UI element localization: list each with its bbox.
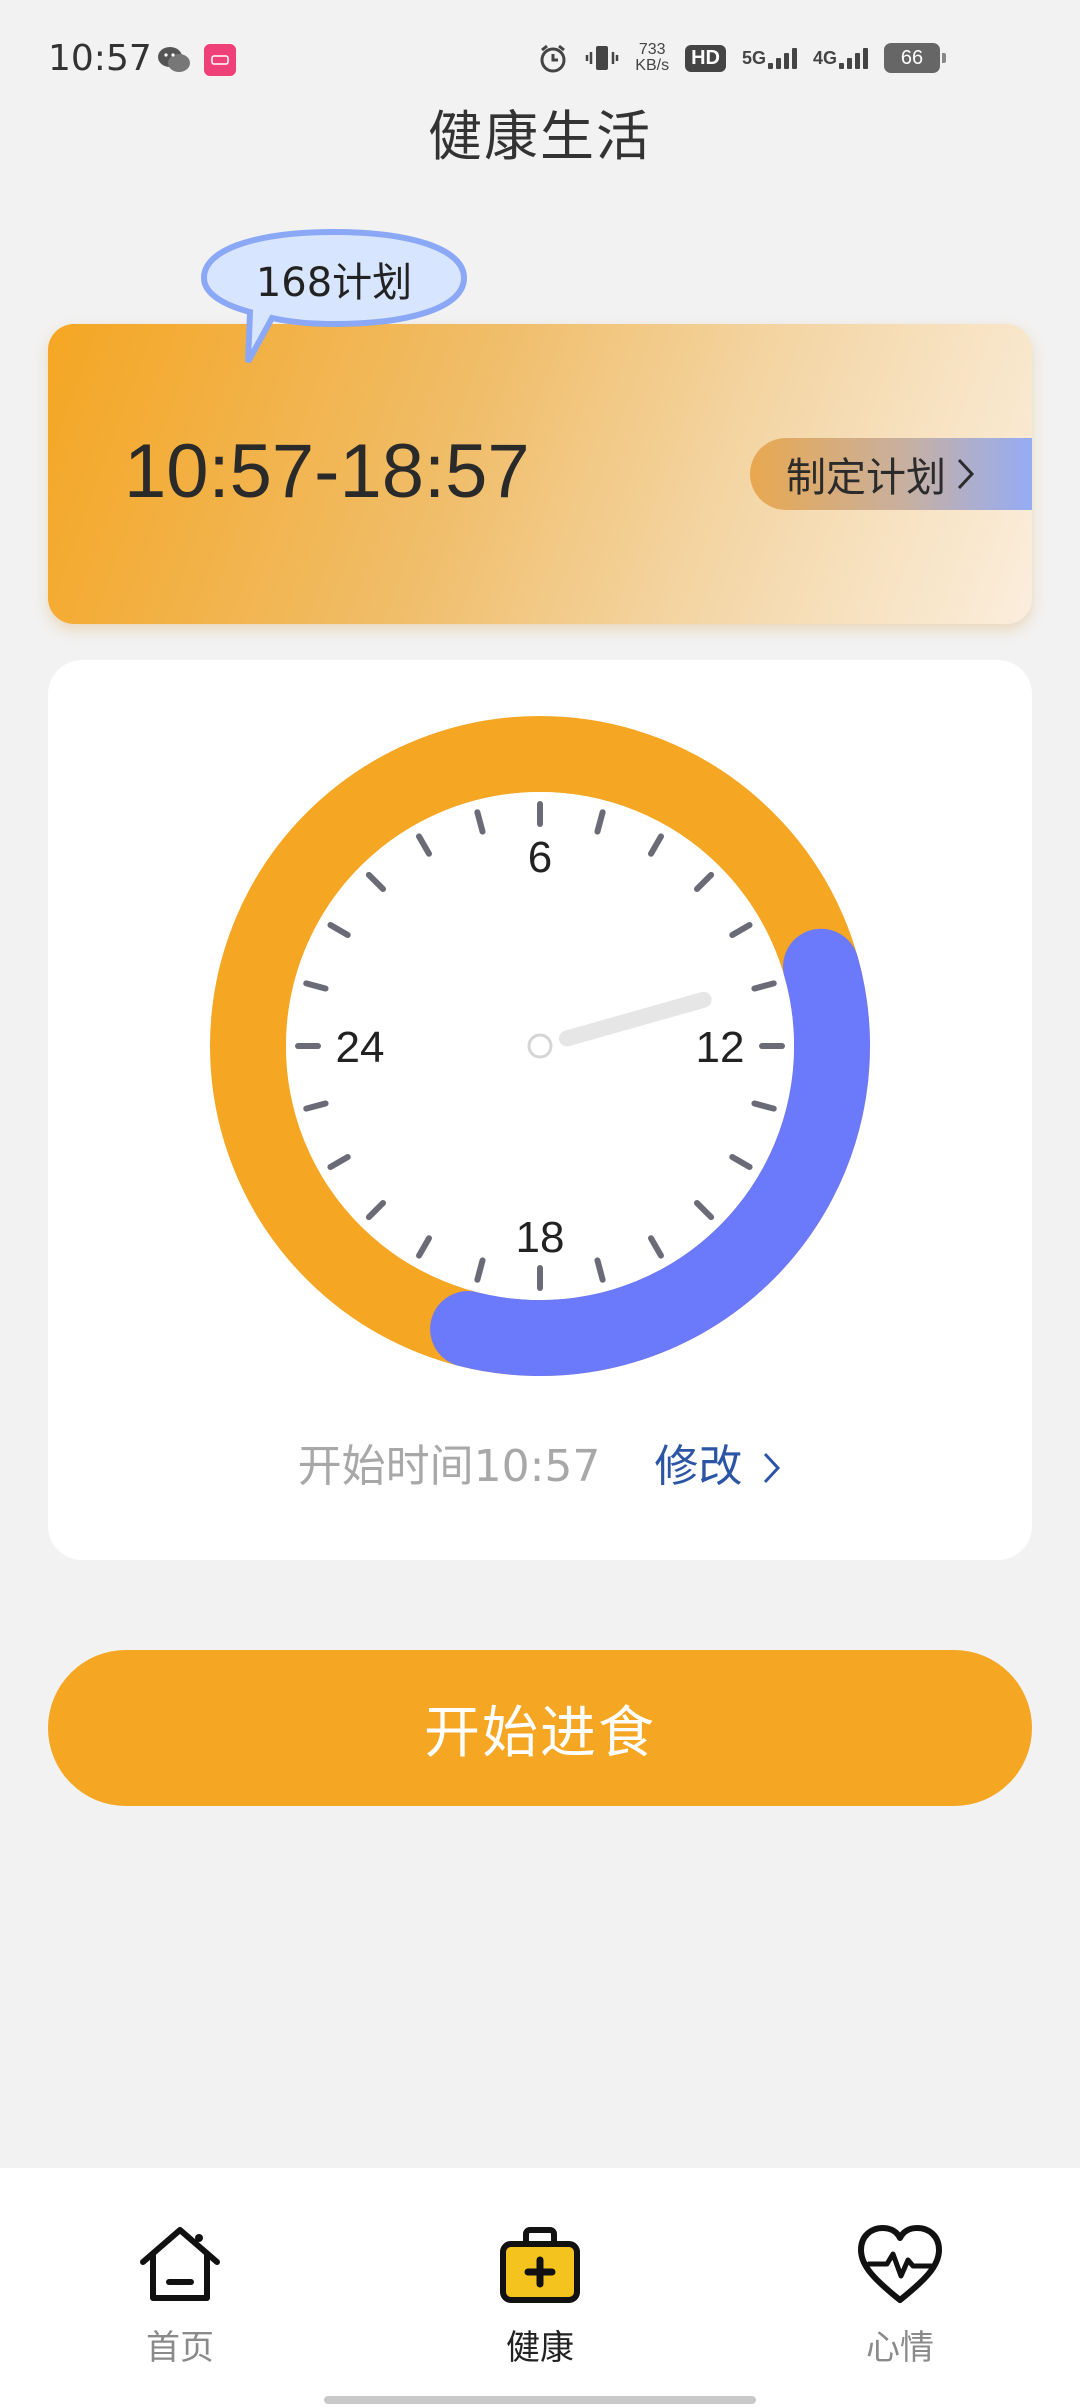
signal-sim1: 5G [742, 47, 797, 69]
home-indicator[interactable] [324, 2396, 756, 2404]
system-icons: 733 KB/s HD 5G 4G 66 [537, 42, 946, 74]
clock-label-24: 24 [336, 1023, 385, 1072]
nav-item-mood[interactable]: 心情 [800, 2220, 1000, 2369]
clock-label-12: 12 [696, 1023, 745, 1072]
app-notification-icon [204, 44, 236, 76]
plan-time-range: 10:57-18:57 [124, 429, 530, 514]
notification-icons [156, 44, 236, 76]
sim1-label: 5G [741, 48, 766, 68]
battery-icon: 66 [884, 43, 946, 73]
network-speed-unit: KB/s [635, 57, 670, 74]
clock-center [527, 1033, 553, 1059]
signal-bars-icon [839, 47, 868, 69]
chevron-right-icon [764, 1452, 781, 1484]
vibrate-icon [586, 46, 619, 70]
home-icon [140, 2227, 220, 2301]
start-eating-button[interactable]: 开始进食 [48, 1650, 1032, 1806]
make-plan-button[interactable]: 制定计划 [750, 438, 1032, 510]
medical-kit-icon [500, 2227, 580, 2303]
start-time-row: 开始时间10:57 修改 [48, 1430, 1032, 1494]
bottom-nav: 首页 健康 心情 [0, 2168, 1080, 2408]
nav-label-health: 健康 [506, 2328, 574, 2368]
hd-badge: HD [685, 44, 726, 72]
edit-start-time-link[interactable]: 修改 [654, 1441, 782, 1492]
nav-item-health[interactable]: 健康 [440, 2220, 640, 2369]
network-speed-value: 733 [638, 41, 666, 58]
heart-pulse-icon [858, 2225, 942, 2303]
plan-name-bubble: 168计划 [198, 228, 470, 364]
plan-card: 10:57-18:57 制定计划 [48, 324, 1032, 624]
network-speed: 733 KB/s [635, 42, 669, 74]
plan-name-label: 168计划 [255, 260, 413, 306]
page-title: 健康生活 [428, 105, 652, 168]
wechat-icon [158, 47, 190, 72]
screen: 10:57 733 KB/s HD 5G 4G 66 健康生活 10:57-18… [0, 0, 1080, 2408]
nav-label-home: 首页 [146, 2328, 214, 2368]
clock-label-18: 18 [516, 1213, 565, 1262]
signal-sim2: 4G [813, 47, 868, 69]
signal-bars-icon [767, 47, 797, 69]
nav-label-mood: 心情 [866, 2328, 934, 2368]
sim2-label: 4G [812, 48, 837, 68]
fasting-clock: 6 12 18 24 [210, 716, 870, 1376]
make-plan-label: 制定计划 [786, 455, 946, 501]
edit-label: 修改 [654, 1441, 743, 1492]
alarm-icon [540, 44, 566, 73]
nav-item-home[interactable]: 首页 [80, 2220, 280, 2369]
start-time-label: 开始时间10:57 [297, 1441, 601, 1492]
chevron-right-icon [957, 458, 975, 490]
clock-label-6: 6 [528, 833, 552, 882]
clock-card: 6 12 18 24 开始时间10:57 修改 [48, 660, 1032, 1560]
status-time: 10:57 [48, 38, 152, 79]
